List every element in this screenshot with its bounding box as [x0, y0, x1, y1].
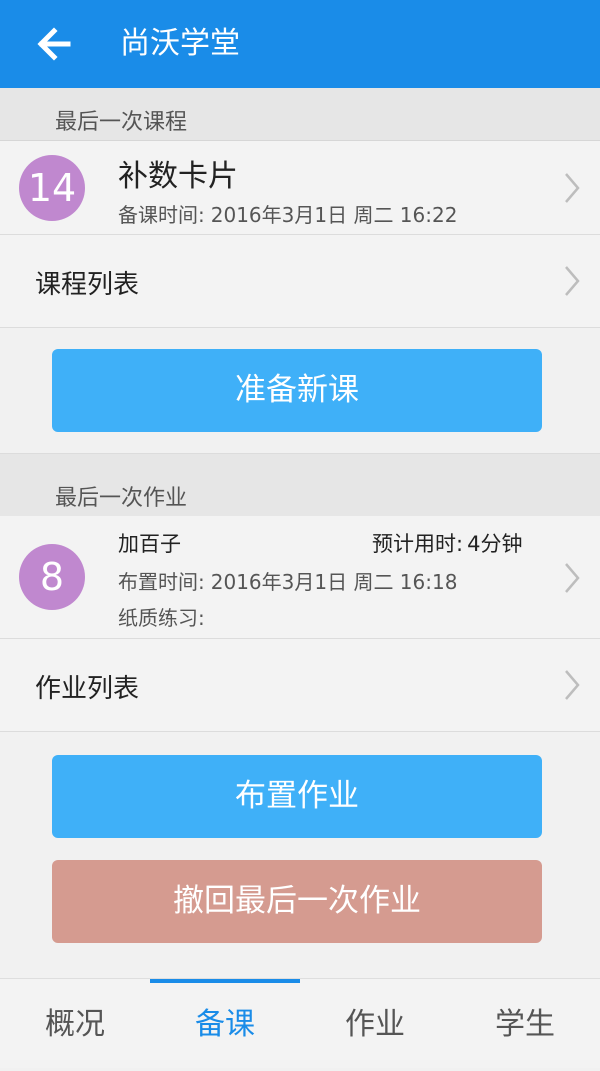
tab-homework[interactable]: 作业 [300, 979, 450, 1068]
last-lesson-row[interactable]: 14 补数卡片 备课时间: 2016年3月1日 周二 16:22 [0, 141, 600, 235]
lesson-time: 备课时间: 2016年3月1日 周二 16:22 [118, 199, 457, 228]
arrow-left-icon [37, 27, 71, 61]
homework-time: 布置时间: 2016年3月1日 周二 16:18 [118, 566, 457, 595]
last-homework-row[interactable]: 8 加百子 预计用时: 4分钟 布置时间: 2016年3月1日 周二 16:18 纸… [0, 516, 600, 639]
lesson-list-row[interactable]: 课程列表 [0, 235, 600, 328]
prepare-new-lesson-button[interactable]: 准备新课 [52, 349, 542, 432]
lesson-time-label: 备课时间: [118, 203, 205, 227]
lesson-time-value: 2016年3月1日 周二 16:22 [210, 203, 458, 227]
section-header-last-lesson: 最后一次课程 [0, 88, 600, 141]
homework-estimate-label: 预计用时: [372, 532, 464, 556]
homework-time-label: 布置时间: [118, 570, 205, 594]
bottom-tab-bar: 概况 备课 作业 学生 [0, 978, 600, 1068]
tab-lesson-prep[interactable]: 备课 [150, 979, 300, 1068]
section-header-last-homework: 最后一次作业 [0, 453, 600, 517]
section-header-label: 最后一次课程 [55, 110, 188, 135]
homework-time-value: 2016年3月1日 周二 16:18 [210, 570, 458, 594]
homework-number-badge: 8 [19, 544, 85, 610]
lesson-number-badge: 14 [19, 155, 85, 221]
chevron-right-icon [565, 173, 580, 203]
assign-homework-button[interactable]: 布置作业 [52, 755, 542, 838]
revoke-last-homework-button[interactable]: 撤回最后一次作业 [52, 860, 542, 943]
app-bar: 尚沃学堂 [0, 0, 600, 88]
lesson-title: 补数卡片 [118, 159, 238, 194]
homework-list-row[interactable]: 作业列表 [0, 639, 600, 732]
homework-paper-label: 纸质练习: [118, 606, 205, 630]
page-title: 尚沃学堂 [120, 26, 240, 61]
lesson-list-label: 课程列表 [35, 270, 140, 300]
tab-students[interactable]: 学生 [450, 979, 600, 1068]
section-header-label: 最后一次作业 [55, 486, 188, 511]
chevron-right-icon [565, 266, 580, 296]
back-button[interactable] [30, 22, 86, 66]
homework-estimate-value: 4分钟 [467, 532, 523, 556]
chevron-right-icon [565, 563, 580, 593]
chevron-right-icon [565, 670, 580, 700]
tab-overview[interactable]: 概况 [0, 979, 150, 1068]
homework-title: 加百子 [118, 532, 181, 556]
homework-list-label: 作业列表 [35, 674, 140, 704]
homework-estimate: 预计用时: 4分钟 [372, 528, 522, 558]
